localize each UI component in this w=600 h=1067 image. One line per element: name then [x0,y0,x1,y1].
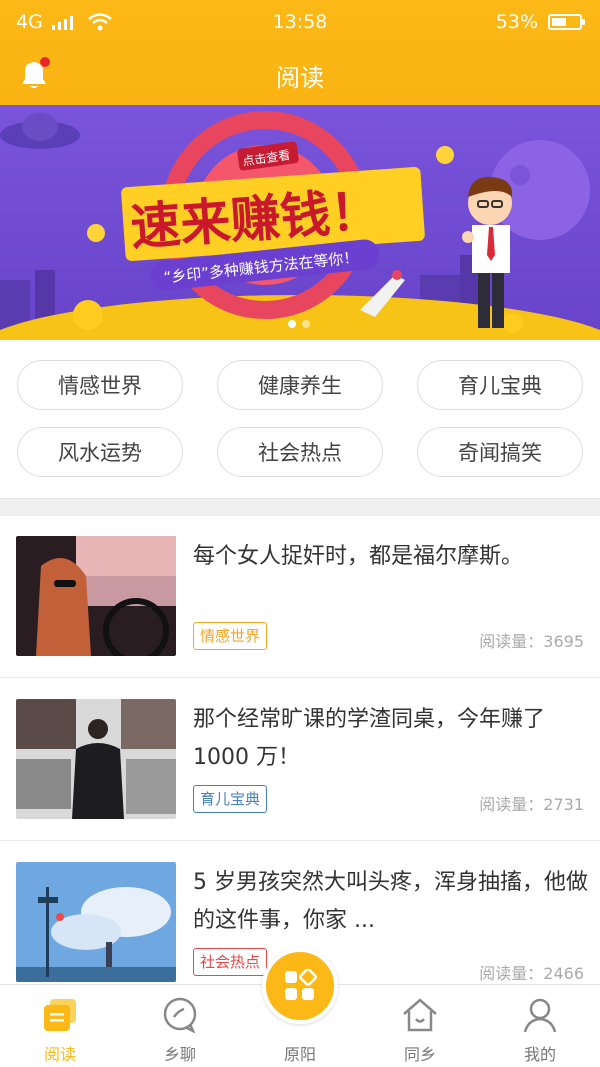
battery-icon [548,14,585,30]
nav-label: 同乡 [403,1045,436,1064]
views-count: 3695 [543,632,584,651]
app-header: 4G 13:58 53% 阅读 [0,0,600,105]
nav-label: 乡聊 [163,1045,196,1064]
article-title: 那个经常旷课的学渣同桌，今年赚了 1000 万！ [193,707,546,770]
page: 4G 13:58 53% 阅读 点击查看 速来赚钱！ “乡印”多种赚钱方法在等你… [0,0,600,1067]
center-apps-button[interactable] [262,948,338,1024]
article-thumbnail [16,862,176,982]
status-bar: 4G 13:58 53% [0,0,600,44]
article-tag: 情感世界 [193,622,268,650]
nav-item-read[interactable]: 阅读 [0,985,120,1067]
user-icon [523,998,557,1033]
apps-icon [285,969,317,1000]
article-thumbnail [16,536,176,656]
nav-item-me[interactable]: 我的 [480,985,600,1067]
nav-label: 阅读 [43,1045,76,1064]
nav-item-chat[interactable]: 乡聊 [120,985,240,1067]
category-chip[interactable]: 健康养生 [217,360,383,410]
article-item[interactable]: 每个女人捉奸时，都是福尔摩斯。 情感世界 阅读量：3695 [0,516,600,678]
views-label: 阅读量： [479,795,544,814]
category-chip[interactable]: 育儿宝典 [417,360,583,410]
home-icon [403,998,437,1032]
article-views: 阅读量：2466 [479,960,584,984]
category-chip[interactable]: 社会热点 [217,427,383,477]
banner-illustration: 点击查看 速来赚钱！ “乡印”多种赚钱方法在等你！ [0,105,600,340]
promo-banner[interactable]: 点击查看 速来赚钱！ “乡印”多种赚钱方法在等你！ [0,105,600,340]
chat-icon [163,997,197,1034]
nav-item-fellow[interactable]: 同乡 [360,985,480,1067]
category-chip[interactable]: 奇闻搞笑 [417,427,583,477]
category-grid: 情感世界 健康养生 育儿宝典 风水运势 社会热点 奇闻搞笑 [0,340,600,498]
views-count: 2731 [543,795,584,814]
article-title: 每个女人捉奸时，都是福尔摩斯。 [193,544,524,569]
article-views: 阅读量：3695 [479,628,584,652]
article-thumbnail [16,699,176,819]
page-title: 阅读 [276,64,324,92]
category-chip[interactable]: 风水运势 [17,427,183,477]
read-icon [44,999,76,1031]
article-feed: 每个女人捉奸时，都是福尔摩斯。 情感世界 阅读量：3695 那个经常旷课的学渣同… [0,516,600,986]
nav-label: 原阳 [283,1045,316,1064]
article-views: 阅读量：2731 [479,791,584,815]
category-chip[interactable]: 情感世界 [17,360,183,410]
battery-fill [552,18,566,26]
article-tag: 育儿宝典 [193,785,268,813]
section-divider [0,498,600,516]
article-title: 5 岁男孩突然大叫头疼，浑身抽搐，他做的这件事，你家 ... [193,870,588,933]
views-label: 阅读量： [479,632,544,651]
nav-label: 我的 [523,1045,556,1064]
views-count: 2466 [543,964,584,983]
views-label: 阅读量： [479,964,544,983]
banner-dot-2[interactable] [302,320,310,328]
banner-dot-1[interactable] [288,320,296,328]
battery-percent: 53% [495,11,538,33]
article-tag: 社会热点 [193,948,268,976]
status-right: 53% [495,11,585,33]
article-item[interactable]: 那个经常旷课的学渣同桌，今年赚了 1000 万！ 育儿宝典 阅读量：2731 [0,679,600,841]
